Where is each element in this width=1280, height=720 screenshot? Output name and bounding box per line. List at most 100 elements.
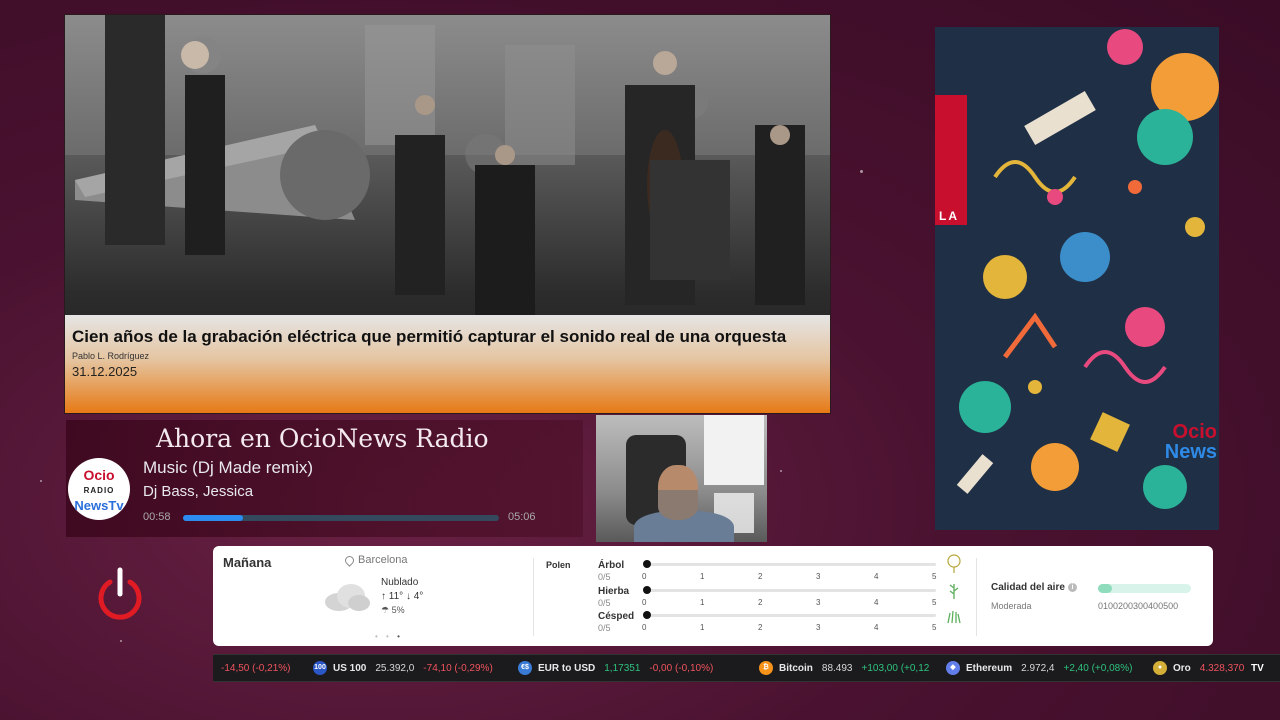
air-quality-title: Calidad del aire i xyxy=(991,582,1077,593)
ticker-change: +103,00 (+0,12 xyxy=(861,663,930,674)
temp-high: ↑ 11° xyxy=(381,591,404,602)
tick-label: 5 xyxy=(932,572,937,581)
page-dot-active[interactable]: • xyxy=(397,632,403,641)
tick-label: 2 xyxy=(758,572,763,581)
news-caption: Cien años de la grabación eléctrica que … xyxy=(65,315,830,413)
tick-label: 1 xyxy=(700,572,705,581)
eur-usd-icon: €$ xyxy=(518,661,532,676)
location-label[interactable]: Barcelona xyxy=(343,553,408,567)
bitcoin-icon: ₿ xyxy=(759,661,773,676)
pollen-name: Césped xyxy=(598,611,635,622)
pollen-bar xyxy=(646,589,936,592)
ticker-item[interactable]: ₿ Bitcoin 88.493 +103,00 (+0,12 xyxy=(759,655,930,681)
air-quality-scale: 0100200300400500 xyxy=(1098,601,1179,611)
pollen-level-marker xyxy=(643,611,651,619)
forecast-day: Mañana xyxy=(223,555,272,570)
pollen-row-hierba: Hierba 0/5 0 1 2 3 4 5 xyxy=(598,584,959,610)
window xyxy=(704,415,764,485)
divider xyxy=(533,558,534,636)
weather-condition: Nublado xyxy=(381,577,419,588)
power-icon xyxy=(98,567,142,620)
time-elapsed: 00:58 xyxy=(143,511,171,523)
page-dot[interactable]: • xyxy=(375,632,381,641)
track-title: Music (Dj Made remix) xyxy=(143,458,314,477)
news-author: Pablo L. Rodríguez xyxy=(72,351,150,361)
logo-text: NewsTv xyxy=(74,498,124,513)
webcam-feed xyxy=(596,415,767,542)
temp-low: ↓ 4° xyxy=(405,591,424,602)
ticker-item[interactable]: 100 US 100 25.392,0 -74,10 (-0,29%) xyxy=(313,655,493,681)
sparkle xyxy=(780,470,782,472)
page-indicator[interactable]: • • • xyxy=(375,632,403,641)
logo-text: Ocio xyxy=(83,467,115,483)
pollen-value: 0/5 xyxy=(598,572,611,582)
sparkle xyxy=(40,480,42,482)
pollen-level-marker xyxy=(643,586,651,594)
music-art-poster: LA Ocio News xyxy=(935,27,1219,530)
info-icon[interactable]: i xyxy=(1067,582,1077,592)
ticker-name: EUR to USD xyxy=(538,663,596,674)
ocionews-logo: Ocio News xyxy=(1165,422,1217,462)
sparkle xyxy=(860,170,863,173)
tick-label: 5 xyxy=(932,598,937,607)
art-side-logo: LA xyxy=(935,95,967,225)
progress-fill xyxy=(183,515,244,521)
news-headline[interactable]: Cien años de la grabación eléctrica que … xyxy=(72,323,823,350)
pollen-bar xyxy=(646,563,936,566)
ethereum-icon: ◆ xyxy=(946,661,960,676)
ticker-change: -14,50 (-0,21%) xyxy=(221,663,291,674)
gold-icon: ● xyxy=(1153,661,1167,676)
ticker-change: -0,00 (-0,10%) xyxy=(649,663,714,674)
pollen-bar xyxy=(646,614,936,617)
lawn-icon xyxy=(947,610,961,624)
tick-label: 0 xyxy=(642,572,647,581)
tick-label: 1 xyxy=(700,598,705,607)
power-button[interactable] xyxy=(95,566,145,622)
tick-label: 2 xyxy=(758,623,763,632)
tradingview-logo[interactable]: TV xyxy=(1251,655,1264,681)
ticker-change: +2,40 (+0,08%) xyxy=(1063,663,1133,674)
pollen-value: 0/5 xyxy=(598,623,611,633)
temperatures: ↑ 11° ↓ 4° xyxy=(381,591,423,602)
pollen-row-cesped: Césped 0/5 0 1 2 3 4 5 xyxy=(598,610,961,635)
pollen-value: 0/5 xyxy=(598,598,611,608)
us100-icon: 100 xyxy=(313,661,327,676)
pollen-title: Polen xyxy=(546,560,571,570)
tick-label: 4 xyxy=(874,572,879,581)
location-pin-icon xyxy=(343,553,356,567)
cloud-icon xyxy=(325,584,370,611)
ticker-price: 88.493 xyxy=(821,663,853,674)
ticker-price: 1,17351 xyxy=(604,663,641,674)
pollen-name: Hierba xyxy=(598,586,630,597)
logo-text: RADIO xyxy=(83,486,115,495)
page-dot[interactable]: • xyxy=(386,632,392,641)
market-ticker: -14,50 (-0,21%) 100 US 100 25.392,0 -74,10 … xyxy=(213,654,1280,682)
ticker-name: Ethereum xyxy=(966,663,1013,674)
ticker-price: 25.392,0 xyxy=(375,663,415,674)
news-card[interactable]: Cien años de la grabación eléctrica que … xyxy=(64,14,831,414)
tick-label: 4 xyxy=(874,598,879,607)
air-quality-level: Moderada xyxy=(991,601,1032,611)
tick-label: 3 xyxy=(816,572,821,581)
ticker-item[interactable]: ● Oro 4.328,370 xyxy=(1153,655,1253,681)
ticker-item[interactable]: ◆ Ethereum 2.972,4 +2,40 (+0,08%) xyxy=(946,655,1133,681)
radio-player: Ahora en OcioNews Radio Ocio RADIO NewsT… xyxy=(66,420,583,537)
ticker-item[interactable]: -14,50 (-0,21%) xyxy=(221,655,291,681)
tick-label: 0 xyxy=(642,623,647,632)
ticker-price: 2.972,4 xyxy=(1021,663,1055,674)
ticker-change: -74,10 (-0,29%) xyxy=(423,663,493,674)
tick-label: 5 xyxy=(932,623,937,632)
pollen-name: Árbol xyxy=(598,560,625,571)
ticker-name: Bitcoin xyxy=(779,663,813,674)
tick-label: 3 xyxy=(816,598,821,607)
ticker-item[interactable]: €$ EUR to USD 1,17351 -0,00 (-0,10%) xyxy=(518,655,714,681)
time-total: 05:06 xyxy=(508,511,536,523)
tick-label: 2 xyxy=(758,598,763,607)
tick-label: 3 xyxy=(816,623,821,632)
sparkle xyxy=(120,640,122,642)
tree-icon xyxy=(947,554,961,573)
rain-probability: ☂ 5% xyxy=(381,605,405,615)
progress-bar[interactable] xyxy=(183,515,499,521)
logo-text: News xyxy=(1164,441,1217,463)
ticker-name: Oro xyxy=(1173,663,1191,674)
